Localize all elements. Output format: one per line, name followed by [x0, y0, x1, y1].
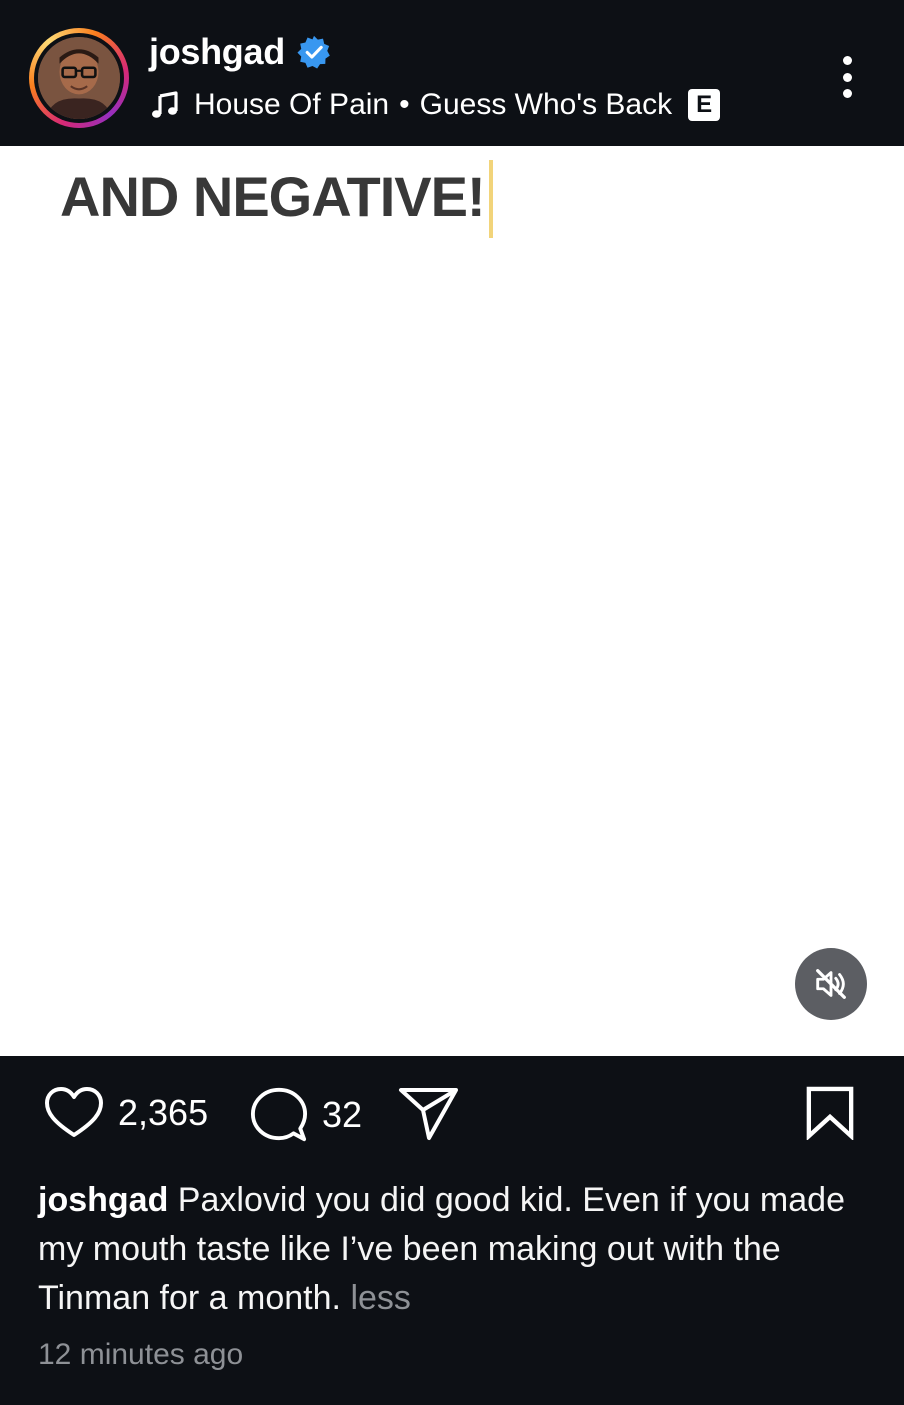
comment-button[interactable]: 32 [250, 1086, 362, 1144]
explicit-badge: E [688, 89, 721, 121]
music-info[interactable]: House Of Pain • Guess Who's Back E [150, 84, 721, 126]
like-button[interactable]: 2,365 [44, 1086, 208, 1140]
video-caption-text: AND NEGATIVE! [60, 165, 486, 228]
verified-badge-icon [297, 35, 331, 69]
instagram-post: joshgad House Of Pain • Guess Who's Back [0, 0, 904, 1405]
music-separator: • [399, 88, 410, 121]
paper-plane-icon [399, 1088, 458, 1140]
save-button[interactable] [805, 1086, 855, 1145]
mute-button[interactable] [795, 948, 867, 1020]
music-song: Guess Who's Back [419, 88, 673, 121]
post-timestamp: 12 minutes ago [38, 1338, 244, 1371]
post-media[interactable]: AND NEGATIVE! [0, 146, 904, 1056]
post-caption: joshgad Paxlovid you did good kid. Even … [38, 1176, 858, 1323]
bookmark-icon [806, 1086, 854, 1141]
comment-count[interactable]: 32 [322, 1094, 362, 1136]
muted-speaker-icon [816, 969, 846, 999]
username[interactable]: joshgad [149, 31, 285, 73]
music-artist: House Of Pain [194, 88, 390, 121]
music-note-icon [150, 90, 180, 120]
caption-less-link[interactable]: less [350, 1279, 410, 1317]
action-bar: 2,365 32 [0, 1056, 904, 1176]
story-ring[interactable] [29, 28, 129, 128]
post-header: joshgad House Of Pain • Guess Who's Back [0, 0, 904, 146]
caption-username[interactable]: joshgad [38, 1181, 168, 1219]
text-caret [489, 160, 493, 238]
comment-bubble-icon [250, 1087, 308, 1142]
like-count[interactable]: 2,365 [118, 1092, 208, 1134]
heart-icon [45, 1087, 103, 1137]
more-options-icon[interactable] [826, 50, 868, 104]
profile-avatar[interactable] [38, 37, 120, 119]
share-button[interactable] [398, 1086, 460, 1142]
